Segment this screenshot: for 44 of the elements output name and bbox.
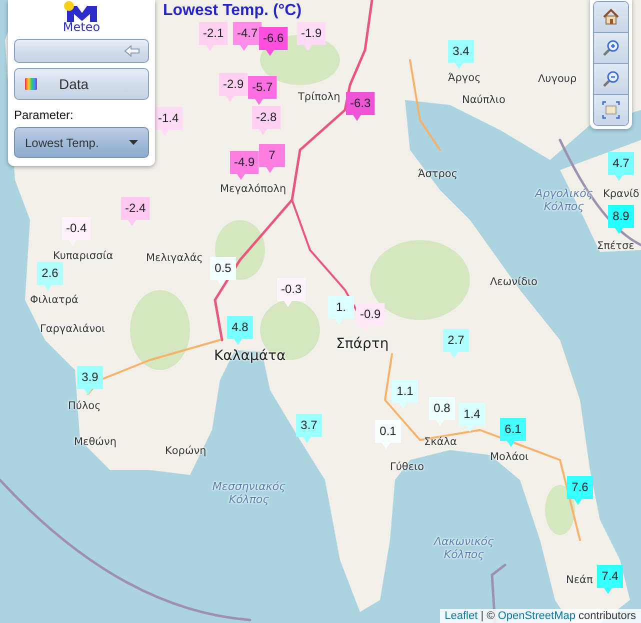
- place-label: Πύλος: [68, 400, 101, 412]
- place-label: Κρανίδ: [603, 188, 640, 200]
- parameter-dropdown[interactable]: Lowest Temp.: [14, 127, 149, 158]
- place-label: Νεάπ: [566, 574, 593, 586]
- full-extent-icon: [601, 100, 621, 120]
- zoom-out-button[interactable]: [594, 63, 628, 94]
- parameter-label: Parameter:: [14, 108, 74, 122]
- place-label: Λεωνίδιο: [490, 276, 538, 288]
- openstreetmap-link[interactable]: OpenStreetMap: [498, 610, 576, 622]
- zoom-out-icon: [601, 69, 621, 89]
- place-label: Κορώνη: [165, 445, 206, 457]
- color-scale-icon: [25, 78, 37, 90]
- place-label: Καλαμάτα: [214, 348, 286, 364]
- arrow-left-icon: [124, 45, 140, 57]
- attribution-text: Leaflet | © OpenStreetMap contributors: [444, 610, 636, 622]
- data-button[interactable]: Data: [14, 68, 149, 100]
- zoom-in-button[interactable]: [594, 32, 628, 63]
- place-label: Λυγουρ: [538, 73, 577, 85]
- place-label: Κυπαρισσία: [53, 250, 114, 262]
- place-label: Σκάλα: [424, 436, 457, 448]
- collapse-button[interactable]: [14, 39, 149, 63]
- full-extent-button[interactable]: [594, 94, 628, 125]
- home-button[interactable]: [594, 2, 628, 32]
- place-label: Φιλιατρά: [30, 294, 78, 306]
- place-label: Άστρος: [418, 168, 458, 180]
- map-title: Lowest Temp. (°C): [163, 2, 302, 20]
- place-label: Σπάρτη: [336, 336, 389, 352]
- place-label: Μεγαλόπολη: [220, 183, 286, 195]
- logo-text: Meteo: [62, 20, 100, 34]
- place-label: Μολάοι: [490, 451, 529, 463]
- place-label: Σπέτσε: [597, 240, 634, 252]
- leaflet-link[interactable]: Leaflet: [444, 610, 478, 622]
- sea-label: Μεσσηνιακός Κόλπος: [211, 480, 287, 506]
- place-label: Μεθώνη: [74, 436, 116, 448]
- place-label: Άργος: [448, 72, 481, 84]
- caret-icon: [129, 140, 138, 145]
- home-icon: [601, 7, 621, 27]
- place-label: Γαργαλιάνοι: [40, 323, 106, 335]
- place-label: Μελιγαλάς: [146, 252, 203, 264]
- place-label: Τρίπολη: [298, 91, 340, 103]
- place-label: Ναύπλιο: [462, 94, 506, 106]
- place-label: Γύθειο: [390, 461, 424, 473]
- zoom-in-icon: [601, 38, 621, 58]
- sea-label: Λακωνικός Κόλπος: [432, 535, 495, 561]
